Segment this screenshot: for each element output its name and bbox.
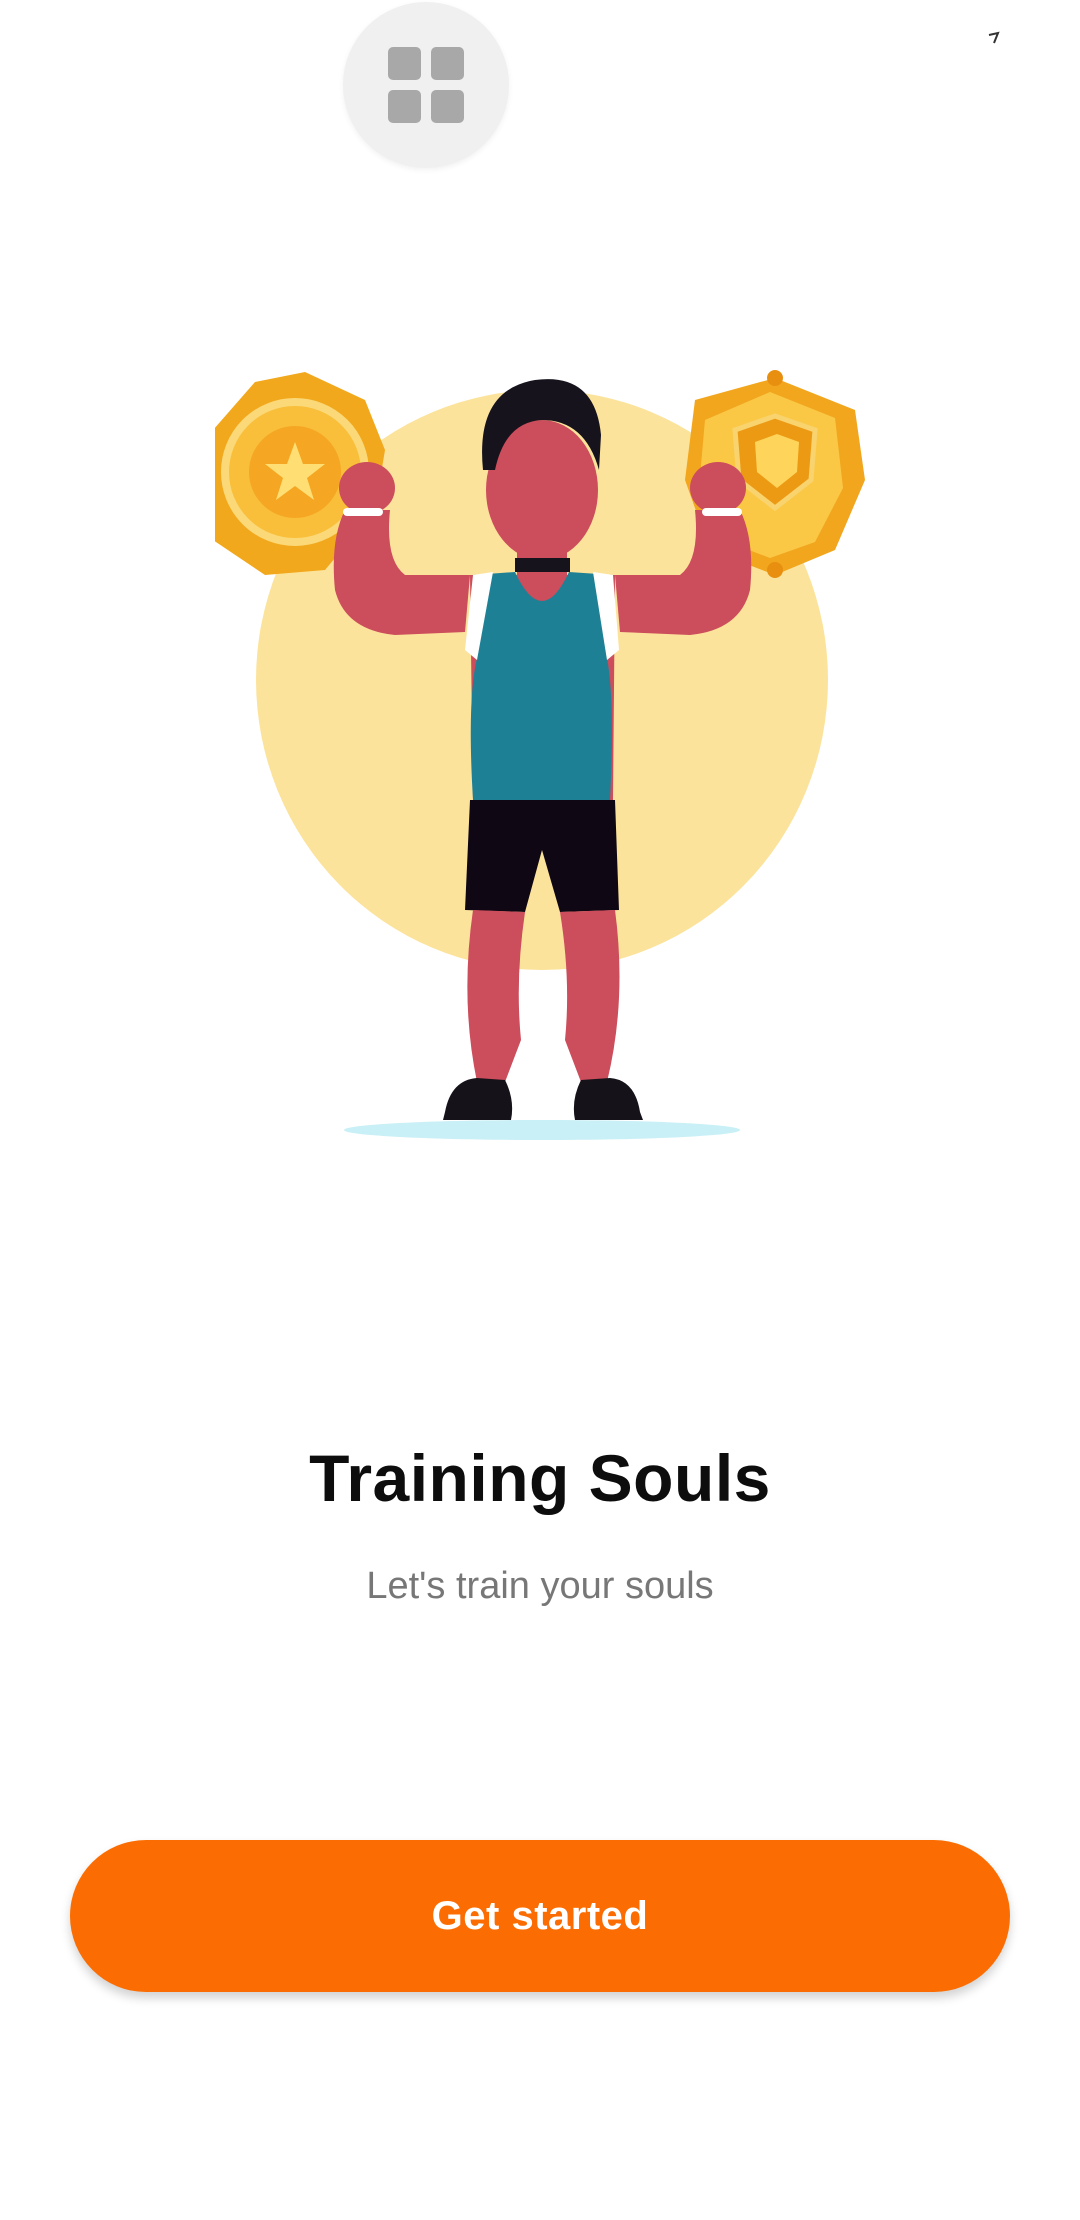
ground-shadow	[344, 1120, 740, 1140]
app-title: Training Souls	[309, 1441, 771, 1515]
grid-icon	[388, 47, 464, 123]
arrow-icon	[988, 31, 1000, 44]
app-subtitle: Let's train your souls	[366, 1565, 714, 1607]
athlete-illustration	[215, 370, 865, 1140]
overlay-toggle-button[interactable]	[343, 2, 509, 168]
get-started-button[interactable]: Get started	[70, 1840, 1010, 1992]
onboarding-screen: Training Souls Let's train your souls Ge…	[0, 0, 1080, 2220]
